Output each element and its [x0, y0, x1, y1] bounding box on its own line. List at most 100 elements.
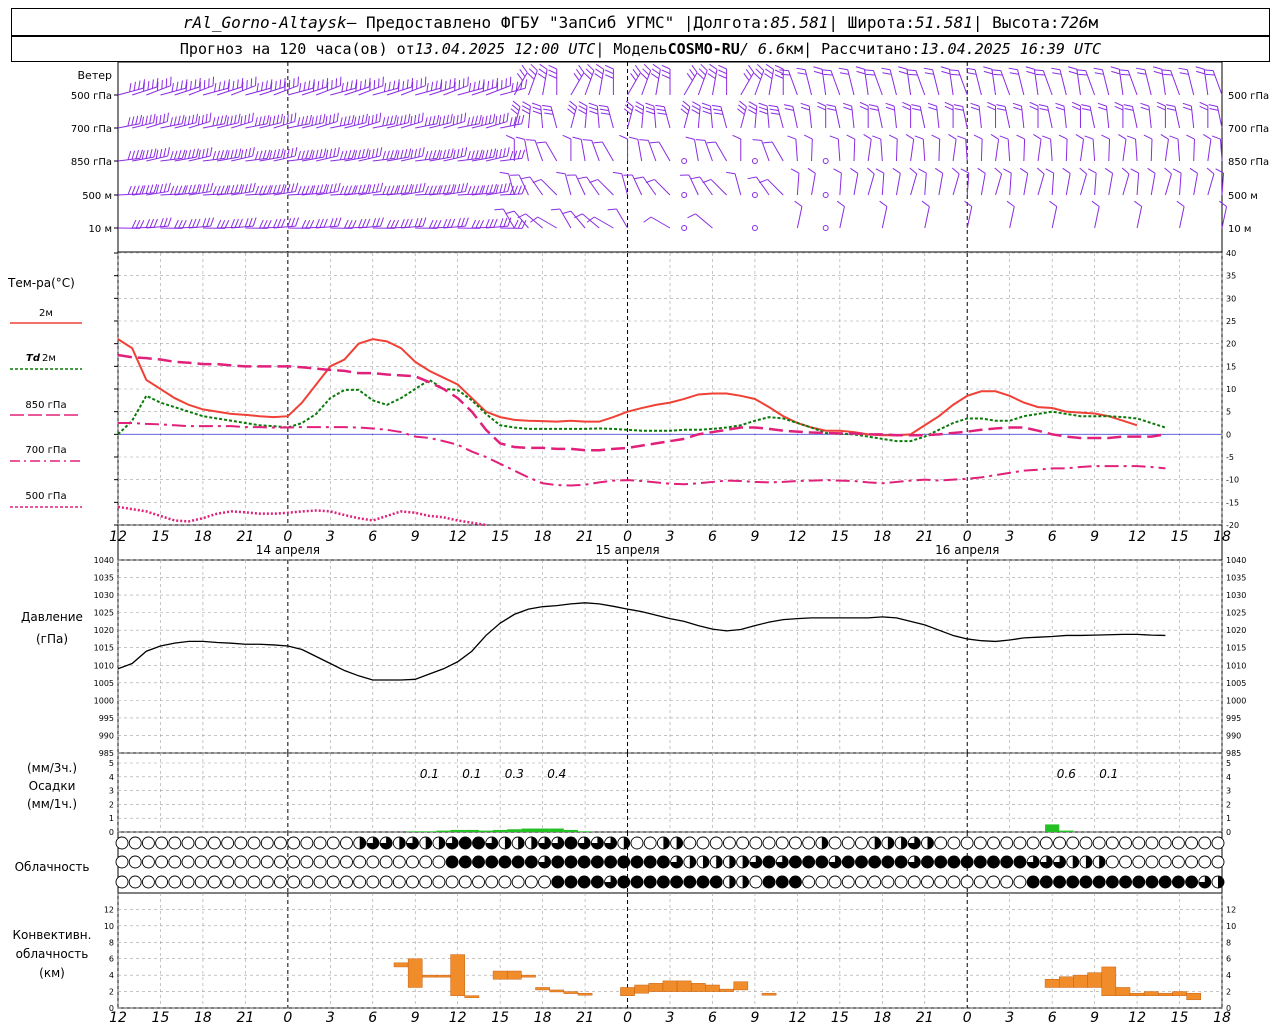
wind-barb: [1121, 167, 1130, 196]
cloud-symbol: [1013, 875, 1027, 889]
wind-barb-feather: [879, 200, 888, 207]
wind-barb-staff: [915, 70, 926, 96]
wind-barb-feather: [1204, 69, 1214, 72]
wind-barb-feather: [1160, 134, 1169, 140]
wind-barb-staff: [1079, 173, 1088, 196]
cloud-symbol: [524, 855, 538, 869]
cloud-fill-full: [591, 856, 604, 868]
wind-barb: [701, 102, 713, 129]
wind-barb-feather: [829, 135, 839, 140]
cloud-symbol: [934, 875, 948, 889]
cloud-circle: [300, 836, 314, 850]
wind-barb-feather: [485, 149, 489, 159]
cloud-circle: [841, 875, 855, 889]
wind-barb: [921, 200, 930, 229]
cloud-symbol: [709, 855, 723, 869]
wind-barb: [146, 76, 172, 96]
wind-barb-feather: [357, 115, 361, 125]
wind-barb-feather: [464, 112, 467, 122]
wind-barb-feather: [323, 148, 327, 158]
cloud-circle: [141, 855, 155, 869]
wind-barb-staff: [1051, 206, 1058, 229]
wind-barb-staff: [919, 106, 926, 129]
cloud-symbol: [802, 875, 816, 889]
cloud-symbol: [406, 875, 419, 889]
wind-barb-feather: [131, 150, 136, 160]
wind-calm-circle: [681, 192, 688, 198]
wind-barb-feather: [145, 149, 149, 159]
wind-barb: [604, 64, 614, 95]
wind-barb-feather: [1186, 134, 1195, 140]
wind-barb-staff: [1085, 70, 1096, 96]
temp-tick-right: 15: [1226, 362, 1236, 371]
hour-tick-label-bottom: 21: [916, 1010, 934, 1024]
cloud-circle: [1119, 836, 1133, 850]
cloud-symbol: [353, 836, 367, 850]
cloud-circle: [326, 875, 340, 889]
precip-tick-left: 1: [109, 814, 114, 823]
wind-barb-feather: [944, 105, 954, 111]
wind-barb: [707, 63, 718, 96]
cloud-fill-full: [697, 876, 710, 888]
wind-barb-feather: [295, 217, 300, 227]
cloud-fill-full: [881, 856, 894, 868]
cloud-symbol: [1000, 836, 1014, 850]
cloud-fill-full: [512, 856, 525, 868]
wind-barb: [146, 147, 170, 162]
wind-barb: [1126, 135, 1138, 162]
wind-barb: [753, 63, 765, 96]
wind-barb-staff: [627, 106, 634, 129]
cloud-circle: [1000, 836, 1014, 850]
wind-barb-feather: [813, 66, 823, 70]
wind-barb-feather: [503, 183, 507, 193]
wind-barb-feather: [404, 218, 409, 228]
wind-barb-feather: [268, 116, 272, 126]
wind-barb: [273, 76, 299, 96]
cloud-symbol: [287, 875, 301, 889]
wind-barb-staff: [174, 86, 200, 96]
wind-barb-feather: [651, 73, 660, 80]
wind-barb-feather: [273, 184, 277, 194]
wind-barb: [768, 104, 784, 129]
wind-barb: [1189, 167, 1199, 196]
wind-barb-staff: [851, 106, 855, 129]
wind-barb-staff: [1004, 106, 1011, 129]
wind-barb-feather: [1189, 167, 1198, 174]
t700-line: [118, 422, 1166, 487]
wind-barb-staff: [1000, 70, 1011, 96]
cloud-fill-full: [763, 876, 776, 888]
conv-cloud-bar: [1172, 991, 1187, 996]
wind-barb: [911, 104, 926, 129]
precip-bar: [1059, 830, 1074, 832]
pressure-tick-right: 1040: [1226, 556, 1246, 565]
wind-barb-feather: [333, 148, 336, 158]
cloud-symbol: [538, 855, 552, 869]
wind-barb-staff: [1174, 106, 1181, 129]
wind-barb-feather: [244, 183, 248, 193]
cloud-fill-half: [821, 837, 828, 849]
precip-unit-1h: (мм/1ч.): [27, 797, 77, 811]
wind-barb: [188, 147, 213, 162]
wind-barb-staff: [1148, 106, 1152, 129]
wind-barb-feather: [967, 72, 977, 75]
cloud-circle: [1198, 855, 1212, 869]
wind-barb-staff: [1042, 70, 1053, 96]
wind-barb-staff: [839, 206, 845, 229]
cloud-circle: [260, 855, 274, 869]
wind-calm-circle: [822, 192, 829, 198]
wind-barb-feather: [390, 219, 396, 229]
cloud-circle: [921, 875, 934, 889]
cloud-circle: [128, 855, 142, 869]
wind-barb-feather: [485, 184, 490, 194]
wind-barb-feather: [308, 114, 312, 124]
wind-barb: [1006, 200, 1015, 229]
cloud-fill-full: [604, 856, 617, 868]
wind-barb-feather: [297, 185, 302, 195]
wind-barb-feather: [361, 149, 365, 158]
wind-barb-feather: [951, 167, 960, 175]
wind-barb-feather: [220, 219, 226, 229]
cloud-circle: [326, 836, 340, 850]
wind-barb-staff: [938, 138, 941, 162]
cloud-symbol: [656, 875, 670, 889]
wind-barb-feather: [325, 116, 328, 126]
